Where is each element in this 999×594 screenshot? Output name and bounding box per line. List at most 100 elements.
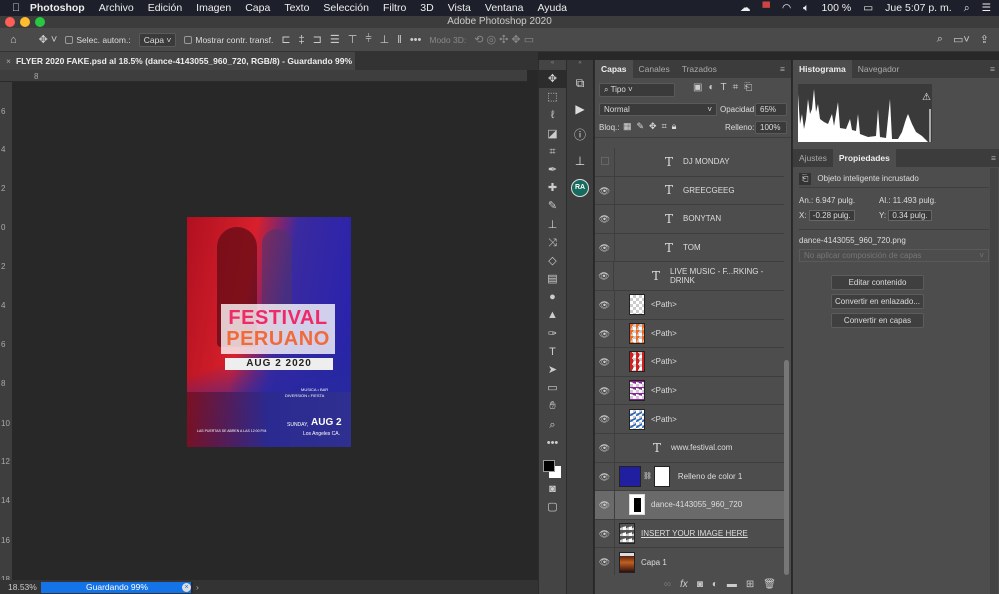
align-right-icon[interactable]: ⊐ bbox=[313, 33, 322, 46]
layer-row[interactable]: 👁︎ <Path> bbox=[595, 348, 784, 377]
layer-name[interactable]: <Path> bbox=[651, 357, 677, 366]
x-input[interactable]: -0.28 pulg. bbox=[808, 210, 855, 221]
minimize-window-button[interactable] bbox=[20, 17, 30, 27]
workspace-icon[interactable]: ▭˅ bbox=[953, 33, 970, 46]
convert-to-linked-button[interactable]: Convertir en enlazado... bbox=[831, 294, 924, 309]
lock-icons[interactable]: ▦✎✥⌗🔒︎ bbox=[623, 121, 681, 132]
vertical-ruler[interactable]: 642024681012141618 bbox=[0, 82, 12, 584]
collapse-icon[interactable]: « bbox=[567, 60, 593, 70]
auto-select-dropdown[interactable]: Capa ˅ bbox=[138, 32, 177, 47]
menu-texto[interactable]: Texto bbox=[284, 2, 309, 14]
tab-trazados[interactable]: Trazados bbox=[676, 60, 723, 78]
tab-propiedades[interactable]: Propiedades bbox=[832, 149, 896, 167]
panel-menu-icon[interactable]: ≡ bbox=[774, 60, 791, 78]
eye-icon[interactable]: 👁︎ bbox=[595, 376, 615, 405]
canvas-area[interactable]: FESTIVAL PERUANO AUG 2 2020 MUSICA • BAR… bbox=[12, 82, 527, 580]
layer-row[interactable]: 👁︎ T GREECGEEG bbox=[595, 176, 784, 206]
show-transform-checkbox[interactable]: Mostrar contr. transf. bbox=[184, 35, 273, 45]
home-icon[interactable]: ⌂ bbox=[10, 34, 17, 46]
properties-scrollbar[interactable] bbox=[990, 168, 998, 594]
marquee-icon[interactable]: ⬚ bbox=[539, 88, 566, 106]
battery-icon[interactable]: ▭ bbox=[863, 2, 873, 14]
eye-icon[interactable]: 👁︎ bbox=[595, 548, 615, 575]
pen-icon[interactable]: ✑ bbox=[539, 325, 566, 343]
fx-icon[interactable]: fx bbox=[680, 579, 688, 590]
layer-row[interactable]: 👁︎ <Path> bbox=[595, 405, 784, 434]
gradient-icon[interactable]: ▤ bbox=[539, 270, 566, 288]
panel-menu-icon[interactable]: ≡ bbox=[984, 60, 999, 78]
menu-filtro[interactable]: Filtro bbox=[383, 2, 406, 14]
align-top-icon[interactable]: ⊤ bbox=[348, 33, 358, 46]
path-select-icon[interactable]: ➤ bbox=[539, 361, 566, 379]
menu-ventana[interactable]: Ventana bbox=[485, 2, 524, 14]
cancel-save-icon[interactable]: × bbox=[182, 583, 191, 592]
layer-row[interactable]: 👁︎ T TOM bbox=[595, 233, 784, 263]
type-icon[interactable]: T bbox=[539, 343, 566, 361]
3d-tools-icon[interactable]: ⟲ ◎ ✣ ✥ ▭ bbox=[474, 33, 534, 46]
more-options-icon[interactable]: ••• bbox=[410, 34, 422, 46]
layer-name[interactable]: <Path> bbox=[651, 415, 677, 424]
layer-comp-dropdown[interactable]: No aplicar composición de capas ˅ bbox=[799, 249, 989, 262]
eraser-icon[interactable]: ◇ bbox=[539, 252, 566, 270]
align-bottom-icon[interactable]: ⊥ bbox=[380, 33, 390, 46]
eye-icon[interactable]: 👁︎ bbox=[595, 519, 615, 548]
screen-mode-icon[interactable]: ▢ bbox=[539, 498, 566, 516]
layer-row[interactable]: T DJ MONDAY bbox=[595, 148, 784, 177]
menu-3d[interactable]: 3D bbox=[420, 2, 433, 14]
stamp-icon[interactable]: ⊥ bbox=[539, 216, 566, 234]
new-layer-icon[interactable]: ⊞ bbox=[746, 579, 754, 590]
menu-imagen[interactable]: Imagen bbox=[196, 2, 231, 14]
hand-icon[interactable]: ✋︎ bbox=[539, 397, 566, 415]
layer-name[interactable]: www.festival.com bbox=[671, 443, 732, 452]
share-icon[interactable]: ⇪ bbox=[980, 33, 989, 46]
info-icon[interactable]: ⓘ bbox=[567, 122, 593, 148]
new-group-icon[interactable]: ▬ bbox=[727, 579, 737, 590]
width-value[interactable]: 6.947 pulg. bbox=[815, 196, 855, 205]
eye-icon[interactable]: 👁︎ bbox=[595, 262, 614, 290]
menu-capa[interactable]: Capa bbox=[245, 2, 270, 14]
eye-icon[interactable]: 👁︎ bbox=[595, 176, 615, 205]
history-icon[interactable]: ⧉ bbox=[567, 70, 593, 96]
creative-cloud-icon[interactable]: ☁ bbox=[740, 2, 751, 14]
add-mask-icon[interactable]: ◙ bbox=[697, 579, 703, 590]
lasso-icon[interactable]: ℓ bbox=[539, 106, 566, 124]
link-layers-icon[interactable]: ∞ bbox=[664, 579, 671, 590]
menu-vista[interactable]: Vista bbox=[448, 2, 471, 14]
eye-icon[interactable]: 👁︎ bbox=[595, 319, 615, 348]
tab-navegador[interactable]: Navegador bbox=[852, 60, 906, 78]
edit-contents-button[interactable]: Editar contenido bbox=[831, 275, 924, 290]
eyedropper-icon[interactable]: ✒ bbox=[539, 161, 566, 179]
eye-icon[interactable]: 👁︎ bbox=[595, 434, 615, 462]
height-value[interactable]: 11.493 pulg. bbox=[893, 196, 936, 205]
eye-icon[interactable]: 👁︎ bbox=[595, 491, 615, 519]
layer-name[interactable]: Capa 1 bbox=[641, 558, 667, 567]
filter-icons[interactable]: ▣◐T⌗⎗ bbox=[693, 82, 758, 93]
object-select-icon[interactable]: ◪ bbox=[539, 125, 566, 143]
tab-capas[interactable]: Capas bbox=[595, 60, 633, 78]
layer-name[interactable]: <Path> bbox=[651, 386, 677, 395]
menu-app[interactable]: Photoshop bbox=[30, 2, 85, 14]
layer-row[interactable]: 👁︎ <Path> bbox=[595, 376, 784, 406]
layer-name[interactable]: TOM bbox=[683, 243, 701, 252]
layer-row[interactable]: 👁︎ INSERT YOUR IMAGE HERE bbox=[595, 519, 784, 549]
more-icon[interactable]: ••• bbox=[539, 434, 566, 452]
volume-icon[interactable]: 🔈︎ bbox=[803, 2, 809, 15]
opacity-input[interactable]: 65% bbox=[755, 103, 787, 116]
auto-select-checkbox[interactable]: Selec. autom.: bbox=[65, 35, 131, 45]
actions-play-icon[interactable]: ▶ bbox=[567, 96, 593, 122]
tab-histograma[interactable]: Histograma bbox=[793, 60, 852, 78]
clock[interactable]: Jue 5:07 p. m. bbox=[885, 2, 952, 14]
layers-scrollbar[interactable] bbox=[784, 360, 789, 575]
move-tool-icon[interactable]: ✥ ˅ bbox=[39, 33, 58, 46]
spotlight-icon[interactable]: ⌕ bbox=[964, 2, 970, 15]
maximize-window-button[interactable] bbox=[35, 17, 45, 27]
brush-icon[interactable]: ✎ bbox=[539, 197, 566, 215]
battery-text[interactable]: 100 % bbox=[821, 2, 851, 14]
close-window-button[interactable] bbox=[5, 17, 15, 27]
align-left-icon[interactable]: ⊏ bbox=[281, 33, 290, 46]
layer-row[interactable]: 👁︎ <Path> bbox=[595, 291, 784, 320]
layer-name[interactable]: GREECGEEG bbox=[683, 186, 735, 195]
menu-seleccion[interactable]: Selección bbox=[323, 2, 369, 14]
wifi-icon[interactable]: ◠ bbox=[782, 2, 791, 14]
delete-layer-icon[interactable]: 🗑︎ bbox=[763, 579, 776, 590]
